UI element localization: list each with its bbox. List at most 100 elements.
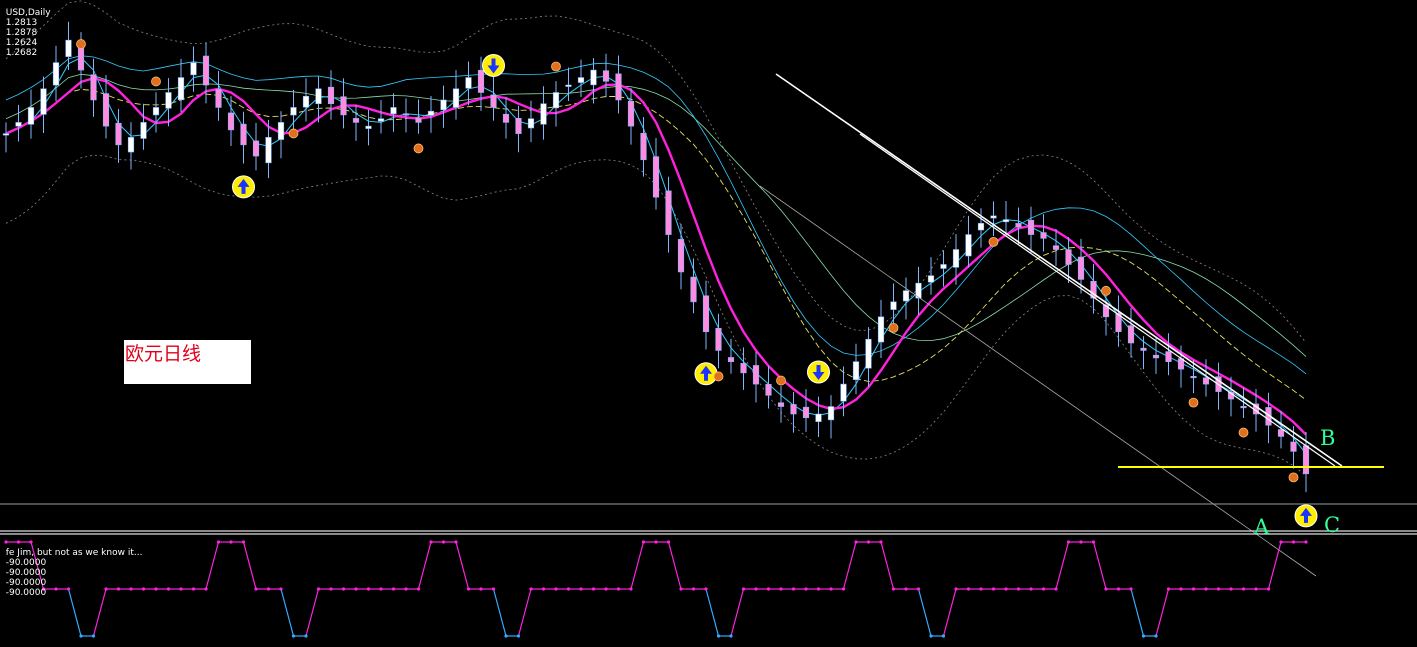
indicator-point bbox=[454, 540, 458, 544]
fractal-dot-icon bbox=[76, 39, 86, 49]
candle-body bbox=[727, 357, 735, 362]
indicator-segment bbox=[280, 588, 295, 637]
indicator-point bbox=[716, 634, 721, 638]
indicator-point bbox=[1304, 540, 1308, 544]
fractal-dot-icon bbox=[1188, 397, 1199, 408]
candle-body bbox=[552, 92, 560, 109]
indicator-point bbox=[816, 587, 821, 591]
candle-body bbox=[1140, 347, 1147, 351]
candle-body bbox=[452, 88, 460, 108]
candle-body bbox=[2, 133, 10, 136]
candle-body bbox=[1077, 256, 1085, 280]
indicator-point bbox=[541, 587, 546, 591]
indicator-point bbox=[779, 587, 783, 591]
indicator-segment bbox=[730, 588, 745, 637]
indicator-point bbox=[241, 540, 246, 544]
candle-body bbox=[990, 215, 997, 219]
candle-body bbox=[315, 88, 322, 104]
candle-body bbox=[340, 96, 347, 116]
label-c: C bbox=[1324, 513, 1341, 537]
indicator-point bbox=[1254, 587, 1258, 591]
trendline-upper bbox=[775, 73, 1343, 467]
indicator-point bbox=[1179, 587, 1183, 591]
candle-body bbox=[140, 122, 147, 139]
indicator-point bbox=[91, 634, 96, 638]
indicator-point bbox=[604, 587, 608, 591]
candle-body bbox=[865, 338, 872, 369]
indicator-point bbox=[904, 587, 908, 591]
indicator-point bbox=[966, 587, 971, 591]
fractal-dot-icon bbox=[713, 371, 724, 382]
indicator-point bbox=[366, 587, 371, 591]
fractal-dot-icon bbox=[988, 236, 999, 247]
indicator-point bbox=[1079, 540, 1083, 544]
indicator-point bbox=[1116, 587, 1121, 591]
candle-body bbox=[965, 234, 972, 257]
candle-body bbox=[265, 137, 272, 164]
candle-body bbox=[602, 70, 610, 82]
indicator-point bbox=[291, 634, 296, 638]
fractal-dot-icon bbox=[776, 375, 786, 386]
candle-body bbox=[1240, 406, 1247, 409]
candle-body bbox=[627, 101, 635, 127]
indicator-segment bbox=[417, 541, 432, 590]
indicator-point bbox=[79, 634, 83, 638]
candle-body bbox=[77, 45, 85, 71]
indicator-point bbox=[516, 634, 521, 638]
indicator-point bbox=[1229, 587, 1233, 591]
candle-body bbox=[1277, 429, 1285, 437]
candle-body bbox=[365, 125, 372, 129]
ohlc-close: 1.2682 bbox=[5, 48, 38, 58]
candle-body bbox=[202, 55, 210, 86]
indicator-name: fe Jim, but not as we know it... bbox=[5, 548, 143, 558]
candle-body bbox=[677, 239, 685, 273]
indicator-point bbox=[304, 634, 308, 638]
candle-body bbox=[490, 94, 497, 108]
ohlc-low: 1.2624 bbox=[5, 38, 38, 48]
candle-body bbox=[1165, 351, 1172, 362]
indicator-point bbox=[329, 587, 333, 591]
indicator-point bbox=[929, 634, 933, 638]
candle-body bbox=[1152, 354, 1160, 359]
indicator-point bbox=[529, 587, 533, 591]
price-chart bbox=[0, 0, 1417, 638]
annotation-box: 欧元日线 bbox=[124, 340, 251, 384]
candle-body bbox=[240, 123, 247, 146]
indicator-point bbox=[1241, 587, 1246, 591]
indicator-point bbox=[891, 587, 896, 591]
indicator-point bbox=[416, 587, 421, 591]
indicator-point bbox=[216, 540, 221, 544]
indicator-point bbox=[804, 587, 808, 591]
candle-body bbox=[827, 406, 835, 421]
candle-body bbox=[27, 107, 35, 125]
candle-body bbox=[502, 113, 510, 123]
candle-body bbox=[127, 137, 135, 153]
fractal-dot-icon bbox=[413, 143, 424, 154]
indicator-point bbox=[1091, 540, 1096, 544]
candle-body bbox=[352, 118, 360, 123]
candle-body bbox=[390, 107, 397, 115]
indicator-point bbox=[404, 587, 408, 591]
indicator-point bbox=[1166, 587, 1171, 591]
indicator-point bbox=[204, 587, 208, 591]
candle-body bbox=[565, 84, 572, 87]
candle-body bbox=[177, 77, 185, 101]
indicator-point bbox=[979, 587, 983, 591]
candle-body bbox=[290, 107, 297, 116]
indicator-segment bbox=[1092, 541, 1107, 590]
indicator-point bbox=[491, 587, 496, 591]
candle-body bbox=[1302, 445, 1310, 475]
indicator-segment bbox=[1130, 588, 1145, 637]
indicator-point bbox=[254, 587, 258, 591]
candle-body bbox=[90, 74, 97, 101]
indicator-point bbox=[154, 587, 158, 591]
indicator-point bbox=[941, 634, 946, 638]
indicator-point bbox=[991, 587, 996, 591]
indicator-point bbox=[1204, 587, 1208, 591]
indicator-point bbox=[466, 587, 471, 591]
candle-body bbox=[652, 156, 660, 198]
ohlc-open: 1.2813 bbox=[5, 18, 38, 28]
indicator-segment bbox=[917, 588, 932, 637]
candle-body bbox=[815, 413, 822, 422]
indicator-point bbox=[854, 540, 858, 544]
